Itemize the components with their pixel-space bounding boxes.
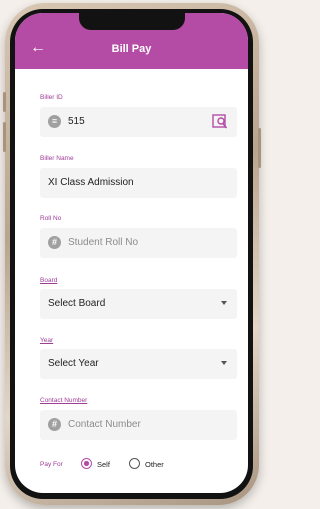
contact-number-label: Contact Number — [40, 397, 88, 404]
roll-no-placeholder: Student Roll No — [68, 237, 139, 248]
chevron-down-icon — [221, 361, 227, 365]
board-select[interactable]: Select Board — [40, 289, 237, 319]
pay-for-self-radio[interactable] — [81, 458, 92, 469]
board-label: Board — [40, 277, 58, 284]
year-select-value: Select Year — [48, 358, 99, 369]
pay-for-other-radio[interactable] — [129, 458, 140, 469]
pay-for-other-label[interactable]: Other — [145, 460, 164, 469]
contact-number-placeholder: Contact Number — [68, 419, 141, 430]
roll-no-label: Roll No — [40, 215, 62, 222]
chevron-down-icon — [221, 301, 227, 305]
biller-id-field: ≡ 515 — [40, 107, 237, 137]
contact-number-input[interactable]: # Contact Number — [40, 410, 237, 440]
scan-code-icon[interactable] — [212, 114, 228, 130]
phone-notch — [79, 13, 185, 30]
hash-icon: # — [48, 418, 61, 431]
biller-name-value: XI Class Admission — [48, 177, 134, 188]
phone-side-button — [3, 122, 6, 152]
roll-no-input[interactable]: # Student Roll No — [40, 228, 237, 258]
phone-side-button — [3, 92, 6, 112]
app-screen: ← Bill Pay Biller ID ≡ 515 Biller Name X… — [15, 13, 248, 493]
year-select[interactable]: Select Year — [40, 349, 237, 379]
year-label: Year — [40, 337, 54, 344]
board-select-value: Select Board — [48, 298, 106, 309]
phone-side-button — [258, 128, 261, 168]
pay-for-label: Pay For — [40, 461, 63, 468]
biller-name-label: Biller Name — [40, 155, 74, 162]
hash-icon: # — [48, 236, 61, 249]
biller-id-value: 515 — [68, 116, 85, 127]
pay-for-self-label[interactable]: Self — [97, 460, 110, 469]
biller-id-label: Biller ID — [40, 94, 63, 101]
app-header: ← Bill Pay — [15, 13, 248, 69]
biller-name-field: XI Class Admission — [40, 168, 237, 198]
page-title: Bill Pay — [111, 43, 152, 55]
biller-icon: ≡ — [48, 115, 61, 128]
